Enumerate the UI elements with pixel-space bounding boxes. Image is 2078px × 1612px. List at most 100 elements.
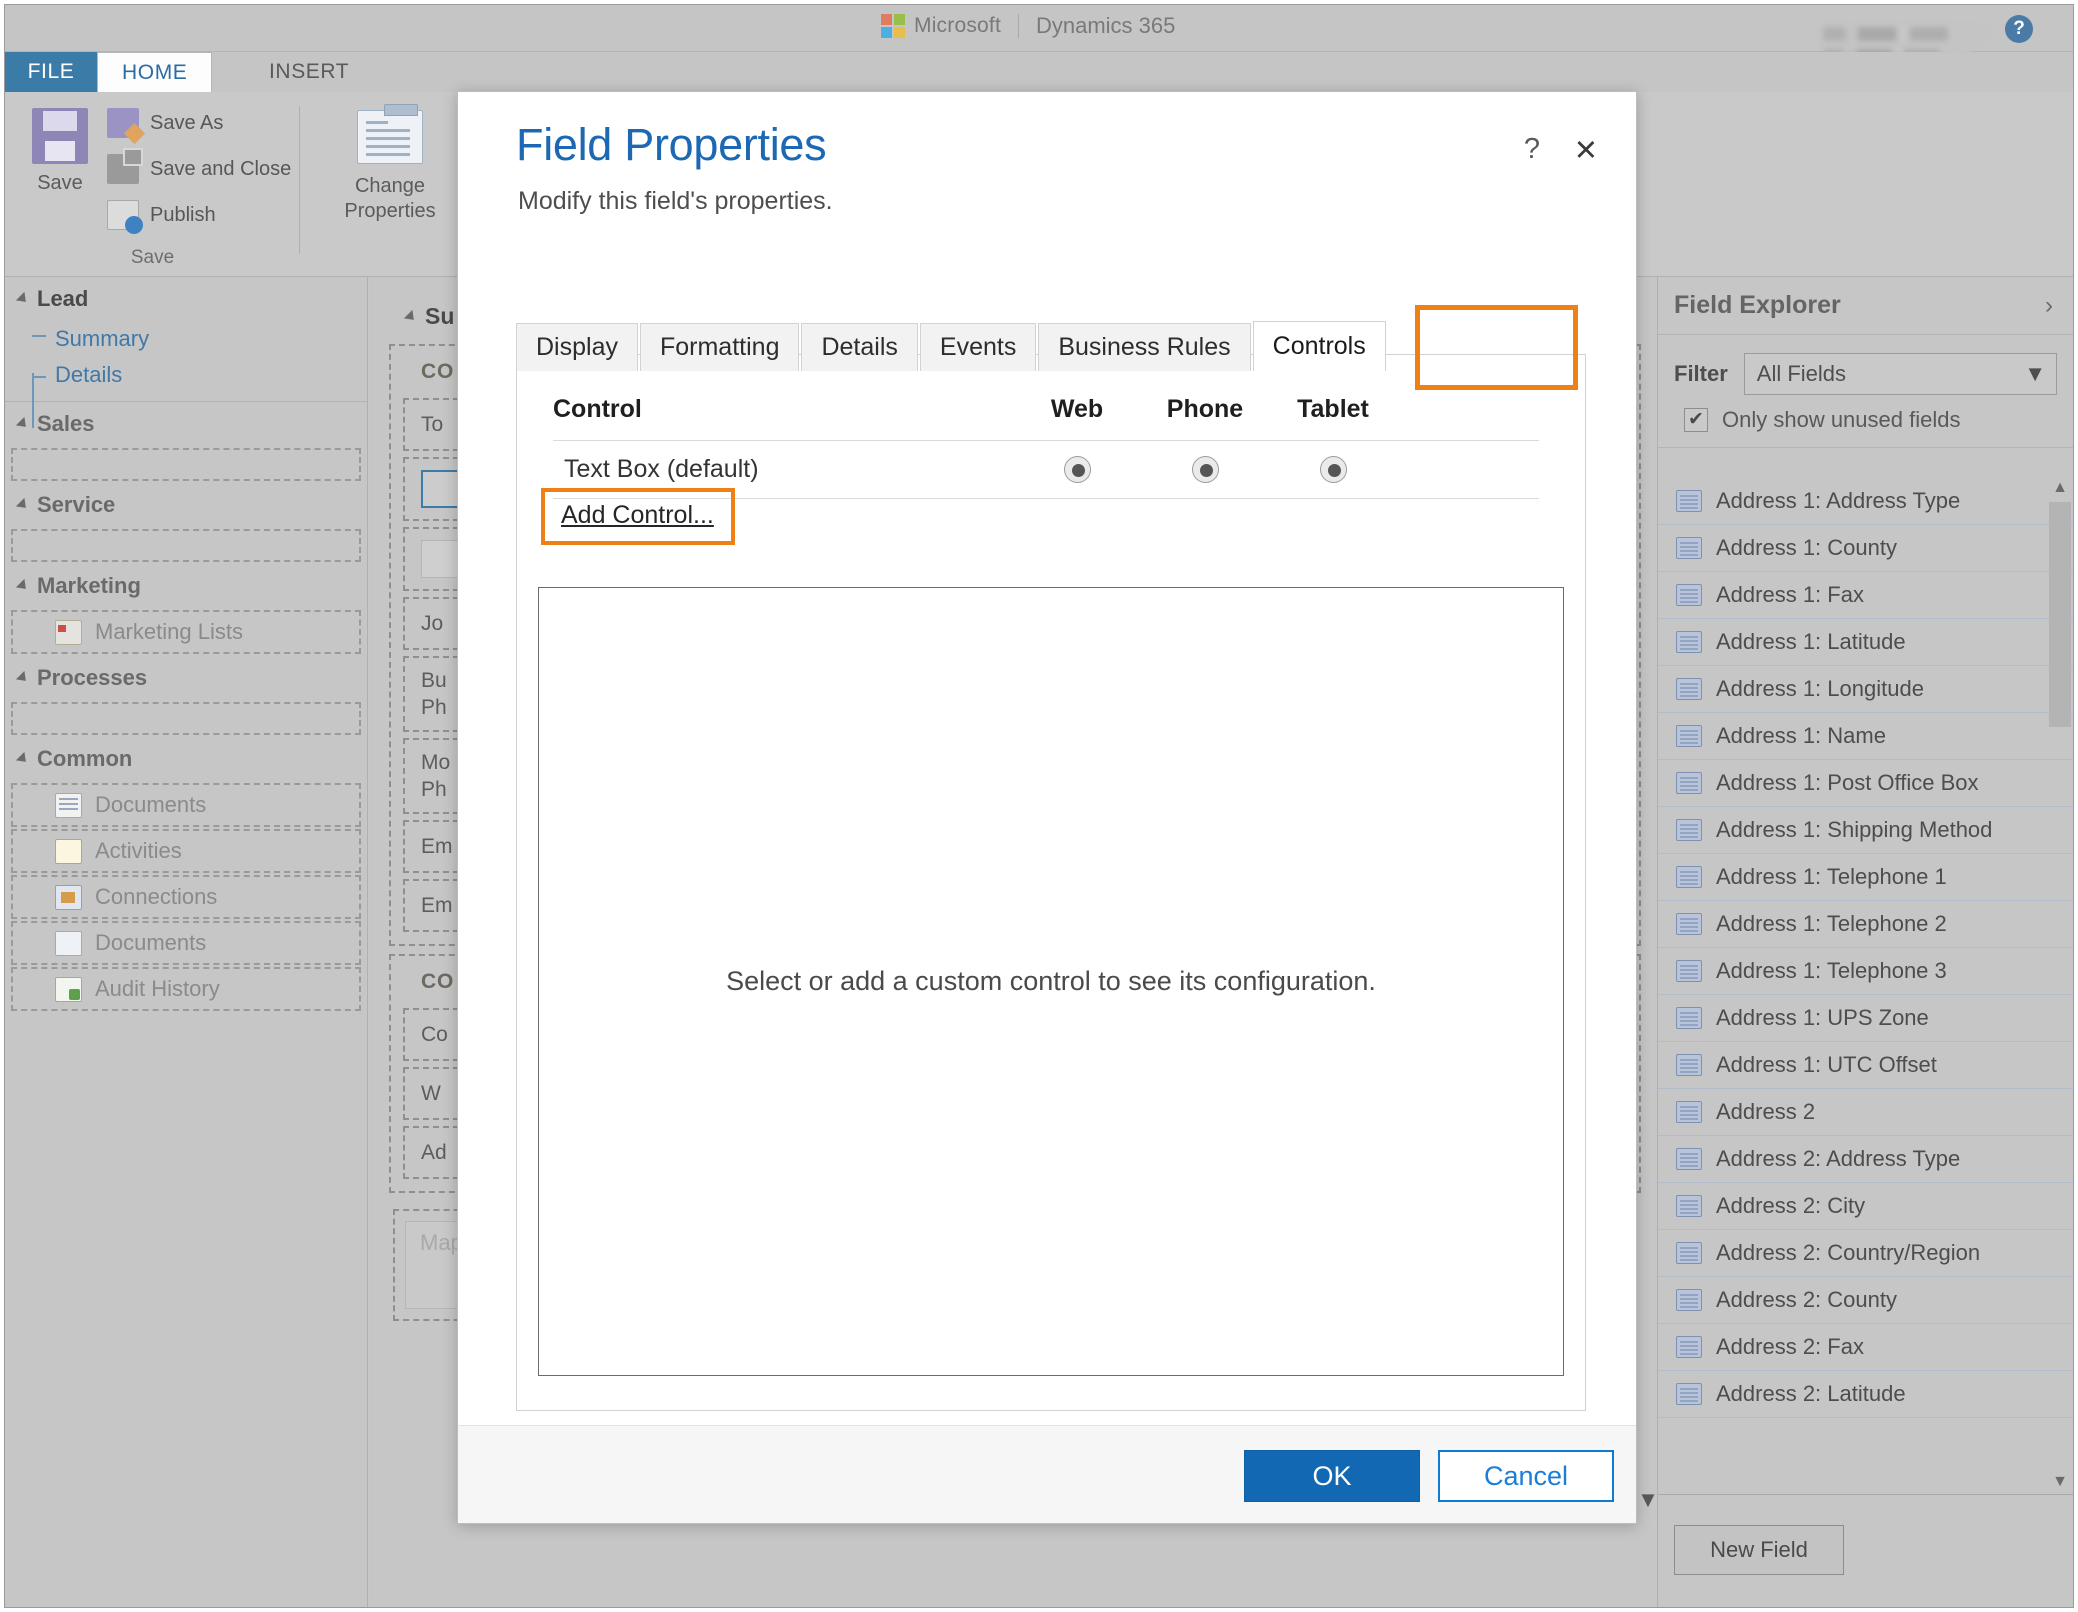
filter-select[interactable]: All Fields ▼ xyxy=(1743,353,2057,395)
field-explorer-item[interactable]: Address 1: Address Type xyxy=(1658,478,2073,525)
sidebar-item-details[interactable]: Details xyxy=(5,357,367,393)
field-explorer-item-label: Address 1: UPS Zone xyxy=(1716,1005,1929,1030)
field-explorer-item[interactable]: Address 1: UTC Offset xyxy=(1658,1042,2073,1089)
field-explorer-item[interactable]: Address 2: Fax xyxy=(1658,1324,2073,1371)
web-radio-cell[interactable] xyxy=(1013,456,1141,483)
add-control-link[interactable]: Add Control... xyxy=(561,501,714,529)
phone-radio-cell[interactable] xyxy=(1141,456,1269,483)
help-icon[interactable]: ? xyxy=(2005,15,2033,43)
sidebar-item-documents[interactable]: Documents xyxy=(11,783,361,827)
save-as-button[interactable]: Save As xyxy=(107,108,223,138)
close-icon[interactable]: ✕ xyxy=(1574,133,1598,168)
field-explorer-item[interactable]: Address 1: Telephone 1 xyxy=(1658,854,2073,901)
new-field-button[interactable]: New Field xyxy=(1674,1525,1844,1575)
field-explorer-item-label: Address 2: Address Type xyxy=(1716,1146,1961,1171)
field-explorer-footer: New Field xyxy=(1658,1494,2073,1607)
nav-sales-label: Sales xyxy=(37,411,95,436)
field-explorer-item[interactable]: Address 1: UPS Zone xyxy=(1658,995,2073,1042)
field-explorer-filter-row: Filter All Fields ▼ xyxy=(1658,335,2073,395)
tablet-radio-button[interactable] xyxy=(1319,456,1347,483)
publish-button[interactable]: Publish xyxy=(107,200,216,234)
field-explorer-item[interactable]: Address 1: Telephone 3 xyxy=(1658,948,2073,995)
scroll-down-arrow[interactable]: ▼ xyxy=(2049,1472,2071,1494)
sidebar-item-summary[interactable]: Summary xyxy=(5,321,367,357)
global-header-bar: Microsoft Dynamics 365 ? ▲ xyxy=(5,5,2073,75)
sidebar-item-audit-history[interactable]: Audit History xyxy=(11,967,361,1011)
nav-dropzone-sales[interactable] xyxy=(11,448,361,481)
nav-group-title-marketing[interactable]: Marketing xyxy=(5,564,367,608)
dialog-tab-formatting[interactable]: Formatting xyxy=(639,323,800,371)
field-explorer-item[interactable]: Address 1: Latitude xyxy=(1658,619,2073,666)
change-properties-button[interactable]: Change Properties xyxy=(320,104,460,224)
brand-separator xyxy=(1017,14,1019,38)
sidebar-item-documents-2[interactable]: Documents xyxy=(11,921,361,965)
only-unused-fields-row[interactable]: ✔ Only show unused fields xyxy=(1658,395,2073,448)
field-icon xyxy=(1676,1054,1702,1076)
ribbon-tab-insert[interactable]: INSERT xyxy=(245,52,373,92)
save-and-close-button[interactable]: Save and Close xyxy=(107,148,291,184)
question-mark-icon[interactable]: ? xyxy=(1524,133,1540,166)
ribbon-tab-file[interactable]: FILE xyxy=(5,52,97,92)
field-icon xyxy=(1676,1289,1702,1311)
field-explorer-item[interactable]: Address 1: County xyxy=(1658,525,2073,572)
ok-button[interactable]: OK xyxy=(1244,1450,1420,1502)
nav-dropzone-processes[interactable] xyxy=(11,702,361,735)
chevron-right-icon[interactable]: › xyxy=(2045,292,2053,320)
field-explorer-item[interactable]: Address 1: Longitude xyxy=(1658,666,2073,713)
field-icon xyxy=(1676,913,1702,935)
dialog-tab-controls[interactable]: Controls xyxy=(1252,321,1386,371)
only-unused-fields-label: Only show unused fields xyxy=(1722,407,1961,432)
ribbon-tab-home[interactable]: HOME xyxy=(97,52,213,92)
field-explorer-item[interactable]: Address 2: Address Type xyxy=(1658,1136,2073,1183)
field-explorer-item[interactable]: Address 1: Name xyxy=(1658,713,2073,760)
field-explorer-item[interactable]: Address 1: Post Office Box xyxy=(1658,760,2073,807)
dialog-tab-details[interactable]: Details xyxy=(801,323,918,371)
nav-group-title-processes[interactable]: Processes xyxy=(5,656,367,700)
scroll-up-arrow[interactable]: ▲ xyxy=(2049,478,2071,500)
field-explorer-item-label: Address 1: Telephone 2 xyxy=(1716,911,1947,936)
nav-group-title-lead[interactable]: Lead xyxy=(5,277,367,321)
field-explorer-item[interactable]: Address 2 xyxy=(1658,1089,2073,1136)
cancel-button[interactable]: Cancel xyxy=(1438,1450,1614,1502)
tablet-radio-cell[interactable] xyxy=(1269,456,1397,483)
dialog-tab-business-rules[interactable]: Business Rules xyxy=(1038,323,1251,371)
save-button[interactable]: Save xyxy=(21,108,99,195)
field-explorer-item-label: Address 1: Name xyxy=(1716,723,1886,748)
field-explorer-item[interactable]: Address 1: Telephone 2 xyxy=(1658,901,2073,948)
nav-group-title-service[interactable]: Service xyxy=(5,483,367,527)
control-configuration-area: Select or add a custom control to see it… xyxy=(538,587,1564,1376)
field-explorer-item[interactable]: Address 2: Country/Region xyxy=(1658,1230,2073,1277)
field-explorer-scrollbar[interactable]: ▲ ▼ xyxy=(2049,478,2071,1494)
nav-group-title-sales[interactable]: Sales xyxy=(5,402,367,446)
save-and-close-icon xyxy=(107,148,143,184)
nav-dropzone-service[interactable] xyxy=(11,529,361,562)
field-explorer-item[interactable]: Address 2: City xyxy=(1658,1183,2073,1230)
change-properties-label-line1: Change xyxy=(354,175,426,197)
nav-group-title-common[interactable]: Common xyxy=(5,737,367,781)
dialog-tabstrip: Display Formatting Details Events Business R… xyxy=(516,321,1388,371)
nav-processes-label: Processes xyxy=(37,665,148,690)
sidebar-item-marketing-lists[interactable]: Marketing Lists xyxy=(11,610,361,654)
field-icon xyxy=(1676,819,1702,841)
sidebar-item-activities[interactable]: Activities xyxy=(11,829,361,873)
field-explorer-item[interactable]: Address 1: Shipping Method xyxy=(1658,807,2073,854)
field-explorer-item[interactable]: Address 1: Fax xyxy=(1658,572,2073,619)
field-icon xyxy=(1676,490,1702,512)
field-explorer-item-label: Address 2: Latitude xyxy=(1716,1381,1906,1406)
scrollbar-thumb[interactable] xyxy=(2049,502,2071,727)
document-icon xyxy=(55,792,82,818)
phone-radio-button[interactable] xyxy=(1191,456,1219,483)
dialog-tab-events[interactable]: Events xyxy=(919,323,1037,371)
dialog-tab-display[interactable]: Display xyxy=(516,323,638,371)
field-explorer-item-label: Address 1: Address Type xyxy=(1716,488,1961,513)
only-unused-fields-checkbox[interactable]: ✔ xyxy=(1684,408,1708,432)
connections-icon xyxy=(55,884,82,910)
nav-marketing-label: Marketing xyxy=(37,573,141,598)
web-radio-button[interactable] xyxy=(1063,456,1091,483)
sidebar-item-connections[interactable]: Connections xyxy=(11,875,361,919)
field-explorer-item[interactable]: Address 2: County xyxy=(1658,1277,2073,1324)
field-explorer-list[interactable]: Address 1: Address Type Address 1: County… xyxy=(1658,478,2073,1494)
field-explorer-item[interactable]: Address 2: Latitude xyxy=(1658,1371,2073,1418)
field-explorer-item-label: Address 2: County xyxy=(1716,1287,1897,1312)
activities-icon xyxy=(55,838,82,864)
